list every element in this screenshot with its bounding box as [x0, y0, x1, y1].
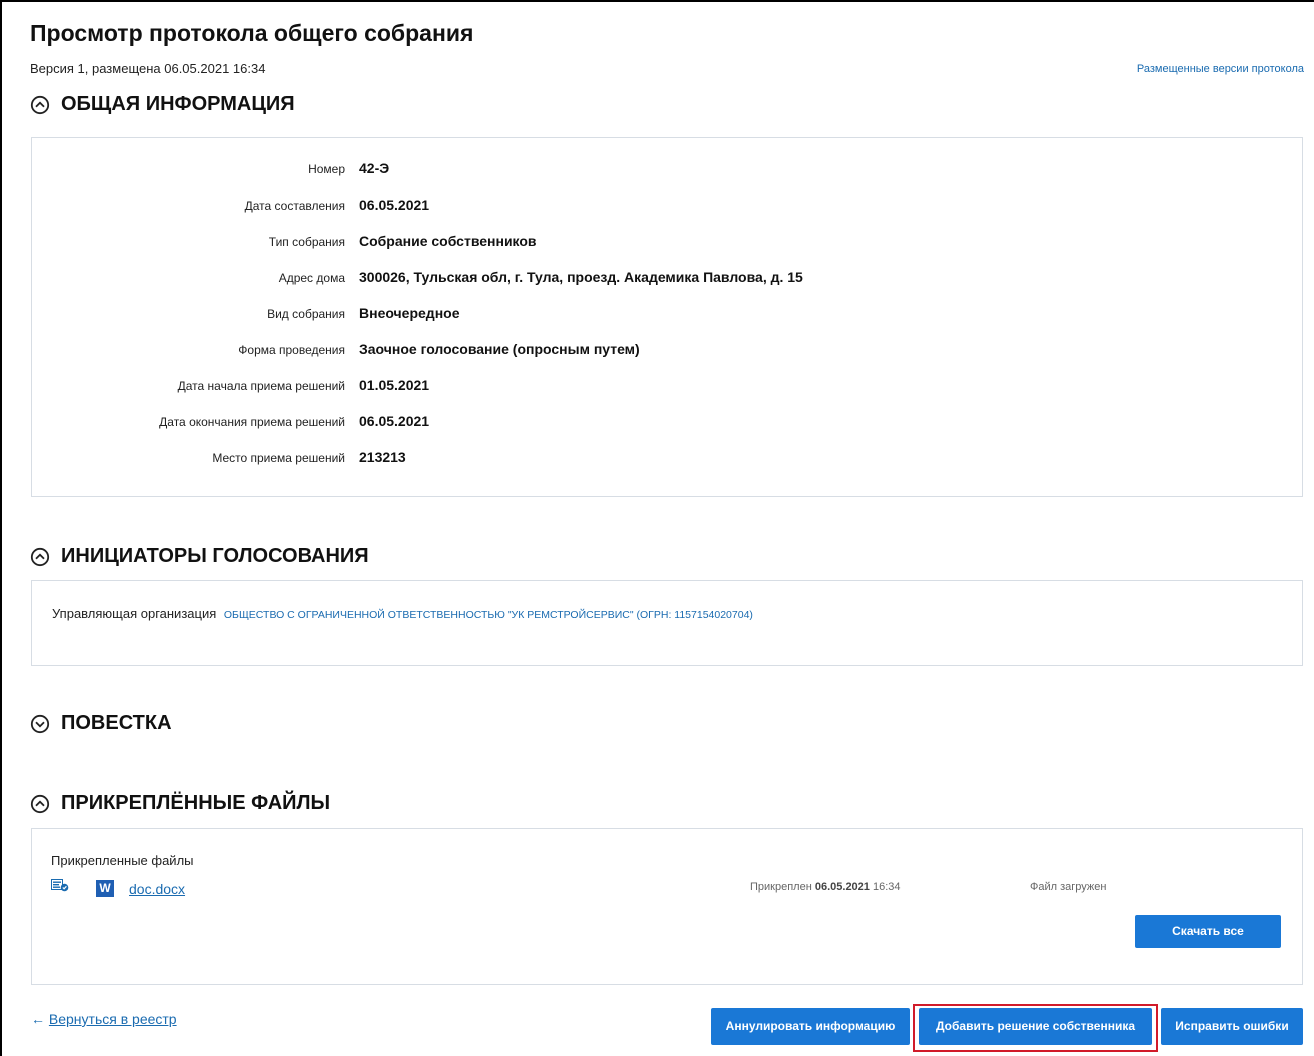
file-status: Файл загружен: [1030, 881, 1107, 893]
info-row: Адрес дома 300026, Тульская обл, г. Тула…: [32, 269, 1302, 289]
back-arrow-icon: ←: [31, 1011, 45, 1027]
initiators-panel: Управляющая организация ОБЩЕСТВО С ОГРАН…: [31, 580, 1303, 666]
fix-errors-button[interactable]: Исправить ошибки: [1161, 1008, 1303, 1045]
info-row: Форма проведения Заочное голосование (оп…: [32, 341, 1302, 361]
info-label: Вид собрания: [267, 307, 345, 321]
info-value: 300026, Тульская обл, г. Тула, проезд. А…: [359, 269, 803, 285]
version-info: Версия 1, размещена 06.05.2021 16:34: [30, 61, 266, 76]
section-general-header[interactable]: ОБЩАЯ ИНФОРМАЦИЯ: [30, 93, 295, 116]
info-value: 06.05.2021: [359, 413, 430, 429]
info-label: Дата составления: [244, 199, 345, 213]
file-name-link[interactable]: doc.docx: [129, 881, 185, 897]
info-row: Тип собрания Собрание собственников: [32, 233, 1302, 253]
published-versions-link[interactable]: Размещенные версии протокола: [1137, 63, 1304, 75]
info-value: 01.05.2021: [359, 377, 430, 393]
section-general-title: ОБЩАЯ ИНФОРМАЦИЯ: [61, 93, 295, 115]
info-row: Дата начала приема решений 01.05.2021: [32, 377, 1302, 397]
back-to-registry-link[interactable]: ← Вернуться в реестр: [31, 1011, 177, 1027]
chevron-up-icon: [30, 547, 50, 567]
files-panel: Прикрепленные файлы W doc.docx Прикрепле…: [31, 828, 1303, 985]
info-label: Дата окончания приема решений: [159, 415, 345, 429]
info-row: Дата окончания приема решений 06.05.2021: [32, 413, 1302, 433]
info-label: Форма проведения: [238, 343, 345, 357]
section-agenda-header[interactable]: ПОВЕСТКА: [30, 712, 172, 735]
file-attached-info: Прикреплен 06.05.2021 16:34: [750, 881, 901, 893]
info-row: Место приема решений 213213: [32, 449, 1302, 469]
signature-icon[interactable]: [51, 879, 69, 893]
info-value: Заочное голосование (опросным путем): [359, 341, 640, 357]
highlight-frame: [913, 1004, 1158, 1052]
info-row: Дата составления 06.05.2021: [32, 197, 1302, 217]
attached-prefix: Прикреплен: [750, 881, 812, 893]
chevron-up-icon: [30, 794, 50, 814]
initiator-line: Управляющая организация ОБЩЕСТВО С ОГРАН…: [52, 606, 753, 621]
chevron-up-icon: [30, 95, 50, 115]
info-label: Дата начала приема решений: [177, 379, 345, 393]
annul-info-button[interactable]: Аннулировать информацию: [711, 1008, 910, 1045]
file-row: W doc.docx Прикреплен 06.05.2021 16:34 Ф…: [51, 877, 1281, 899]
info-row: Номер 42-Э: [32, 160, 1302, 180]
section-initiators-header[interactable]: ИНИЦИАТОРЫ ГОЛОСОВАНИЯ: [30, 545, 369, 568]
chevron-down-icon: [30, 714, 50, 734]
section-files-header[interactable]: ПРИКРЕПЛЁННЫЕ ФАЙЛЫ: [30, 792, 330, 815]
section-files-title: ПРИКРЕПЛЁННЫЕ ФАЙЛЫ: [61, 792, 331, 814]
info-value: Внеочередное: [359, 305, 460, 321]
section-initiators-title: ИНИЦИАТОРЫ ГОЛОСОВАНИЯ: [61, 545, 369, 567]
initiator-org-link[interactable]: ОБЩЕСТВО С ОГРАНИЧЕННОЙ ОТВЕТСТВЕННОСТЬЮ…: [224, 609, 753, 621]
info-value: 06.05.2021: [359, 197, 430, 213]
files-title: Прикрепленные файлы: [51, 853, 194, 868]
info-value: 42-Э: [359, 160, 390, 176]
general-info-panel: Номер 42-Э Дата составления 06.05.2021 Т…: [31, 137, 1303, 497]
back-to-registry-label: Вернуться в реестр: [48, 1011, 177, 1027]
attached-date: 06.05.2021: [814, 881, 870, 893]
attached-time: 16:34: [872, 881, 901, 893]
info-label: Тип собрания: [268, 235, 345, 249]
initiator-type-label: Управляющая организация: [52, 606, 217, 621]
section-agenda-title: ПОВЕСТКА: [61, 712, 172, 734]
info-label: Место приема решений: [212, 451, 345, 465]
info-value: Собрание собственников: [359, 233, 537, 249]
info-row: Вид собрания Внеочередное: [32, 305, 1302, 325]
info-label: Номер: [308, 162, 345, 176]
page-title: Просмотр протокола общего собрания: [30, 20, 474, 46]
download-all-button[interactable]: Скачать все: [1135, 915, 1281, 948]
word-document-icon: W: [96, 880, 114, 897]
info-label: Адрес дома: [278, 271, 345, 285]
info-value: 213213: [359, 449, 406, 465]
